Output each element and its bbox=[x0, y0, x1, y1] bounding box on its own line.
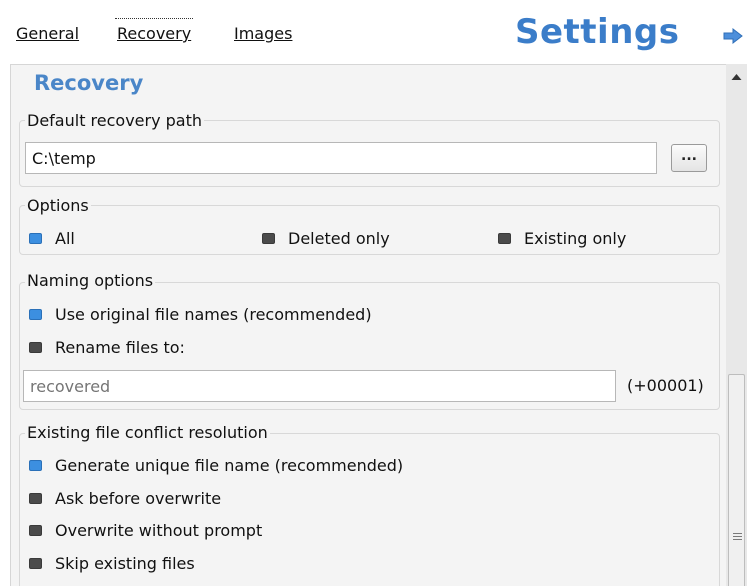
rename-files-input[interactable] bbox=[23, 370, 616, 402]
chevron-up-icon[interactable] bbox=[726, 64, 747, 88]
recovery-path-input[interactable] bbox=[25, 142, 657, 174]
naming-rename-radio[interactable]: Rename files to: bbox=[29, 338, 185, 357]
settings-window: General Recovery Images Settings Recover… bbox=[0, 0, 747, 586]
tab-recovery-label: Recovery bbox=[117, 24, 192, 43]
radio-indicator bbox=[29, 493, 42, 504]
tab-recovery[interactable]: Recovery bbox=[115, 18, 194, 43]
focus-indicator bbox=[115, 18, 194, 19]
conflict-ask-label: Ask before overwrite bbox=[55, 489, 222, 508]
radio-indicator bbox=[29, 309, 42, 320]
scrollbar-thumb[interactable] bbox=[728, 374, 745, 586]
conflict-overwrite-label: Overwrite without prompt bbox=[55, 521, 263, 540]
naming-options-legend: Naming options bbox=[25, 271, 156, 290]
page-title: Settings bbox=[515, 12, 680, 52]
conflict-skip-label: Skip existing files bbox=[55, 554, 195, 573]
conflict-resolution-legend: Existing file conflict resolution bbox=[25, 423, 270, 442]
recovery-settings-panel: Recovery Default recovery path ... Optio… bbox=[10, 64, 727, 586]
radio-indicator bbox=[29, 558, 42, 569]
radio-indicator bbox=[498, 233, 511, 244]
conflict-unique-name-radio[interactable]: Generate unique file name (recommended) bbox=[29, 456, 403, 475]
conflict-overwrite-radio[interactable]: Overwrite without prompt bbox=[29, 521, 262, 540]
tab-images[interactable]: Images bbox=[234, 24, 292, 43]
conflict-skip-radio[interactable]: Skip existing files bbox=[29, 554, 195, 573]
naming-rename-label: Rename files to: bbox=[55, 338, 185, 357]
option-existing-only-label: Existing only bbox=[524, 229, 627, 248]
radio-indicator bbox=[29, 525, 42, 536]
options-legend: Options bbox=[25, 196, 91, 215]
browse-button[interactable]: ... bbox=[671, 144, 707, 172]
arrow-right-icon[interactable] bbox=[722, 27, 744, 45]
radio-indicator bbox=[262, 233, 275, 244]
radio-indicator bbox=[29, 460, 42, 471]
radio-indicator bbox=[29, 233, 42, 244]
section-heading: Recovery bbox=[34, 71, 144, 95]
tab-general[interactable]: General bbox=[16, 24, 79, 43]
conflict-unique-name-label: Generate unique file name (recommended) bbox=[55, 456, 404, 475]
default-path-legend: Default recovery path bbox=[25, 111, 205, 130]
option-deleted-only-radio[interactable]: Deleted only bbox=[262, 229, 390, 248]
conflict-ask-radio[interactable]: Ask before overwrite bbox=[29, 489, 221, 508]
naming-original-radio[interactable]: Use original file names (recommended) bbox=[29, 305, 372, 324]
option-deleted-only-label: Deleted only bbox=[288, 229, 390, 248]
option-all-label: All bbox=[55, 229, 75, 248]
rename-counter: (+00001) bbox=[627, 376, 704, 395]
naming-original-label: Use original file names (recommended) bbox=[55, 305, 372, 324]
vertical-scrollbar[interactable] bbox=[726, 64, 747, 586]
settings-tab-bar: General Recovery Images Settings bbox=[0, 0, 747, 60]
radio-indicator bbox=[29, 342, 42, 353]
grip-icon bbox=[733, 533, 742, 542]
option-existing-only-radio[interactable]: Existing only bbox=[498, 229, 626, 248]
option-all-radio[interactable]: All bbox=[29, 229, 75, 248]
